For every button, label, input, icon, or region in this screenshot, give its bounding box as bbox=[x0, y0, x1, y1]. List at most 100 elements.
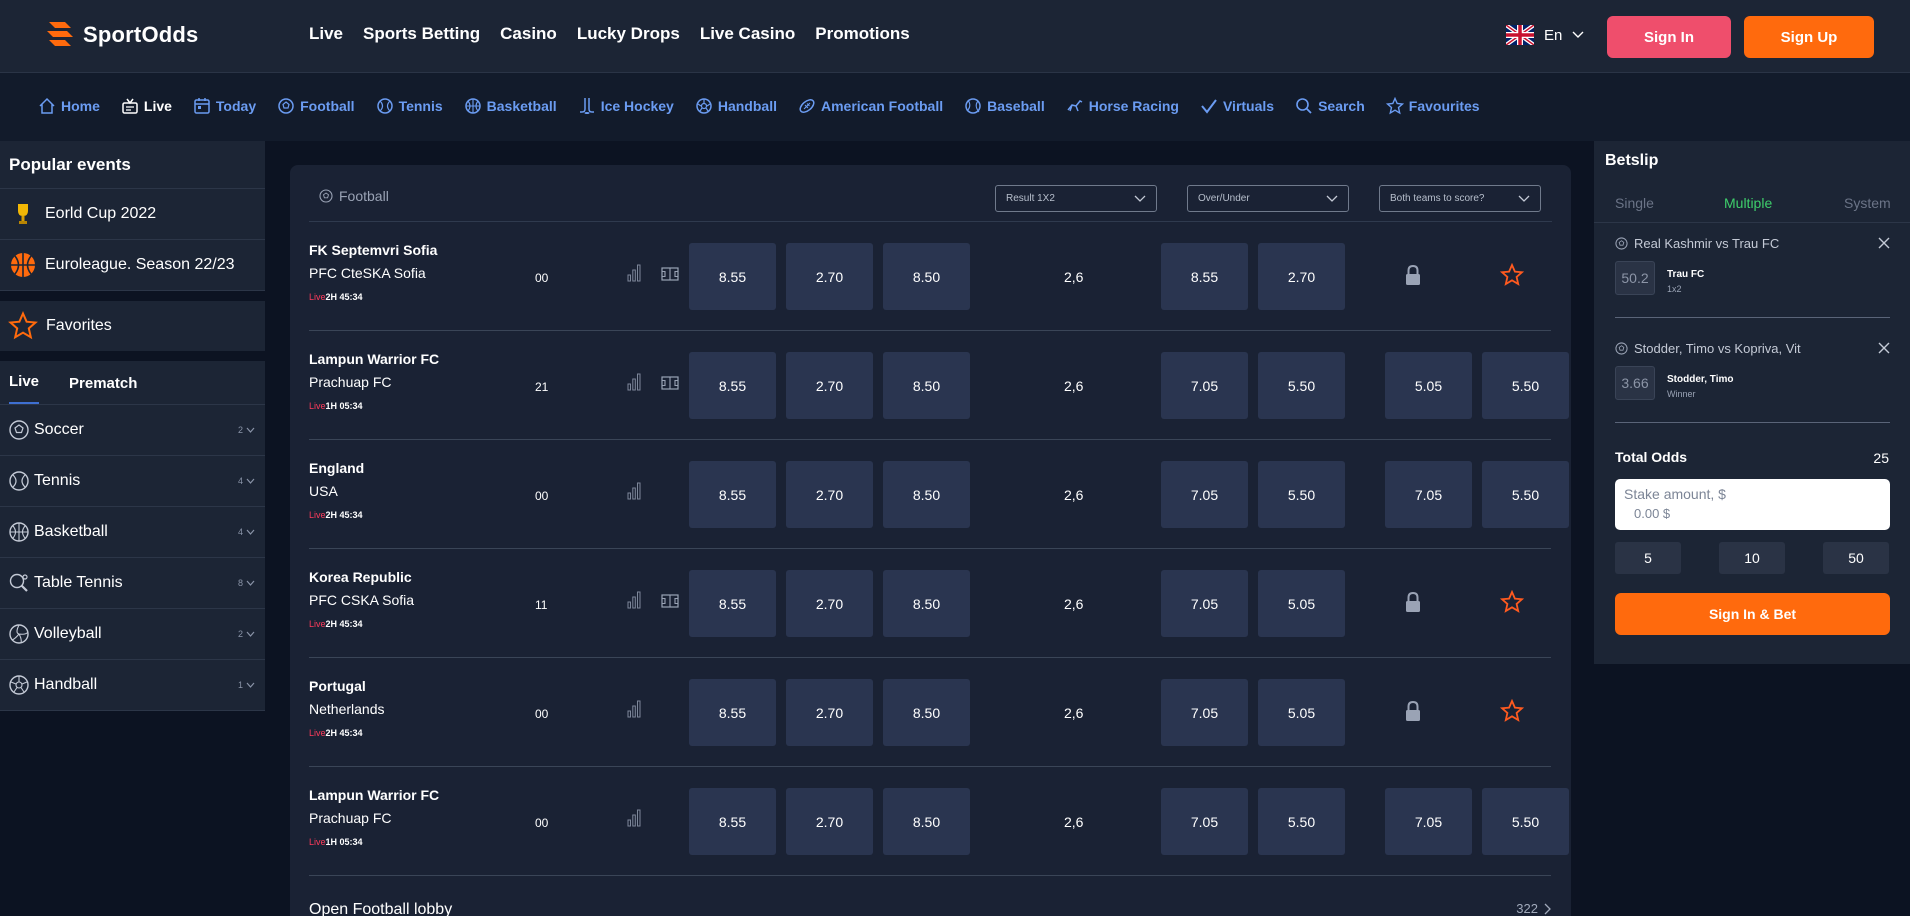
odd-button-over-under[interactable]: 7.05 bbox=[1161, 352, 1248, 419]
odd-button-over-under[interactable]: 7.05 bbox=[1161, 570, 1248, 637]
odd-button-1x2[interactable]: 8.50 bbox=[883, 679, 970, 746]
odd-button-1x2[interactable]: 8.55 bbox=[689, 788, 776, 855]
sports-nav-basketball[interactable]: Basketball bbox=[464, 97, 557, 115]
odd-button-over-under[interactable]: 2.70 bbox=[1258, 243, 1345, 310]
tab-prematch[interactable]: Prematch bbox=[69, 375, 137, 404]
popular-event-item[interactable]: Euroleague. Season 22/23 bbox=[0, 240, 265, 291]
popular-event-item[interactable]: Eorld Cup 2022 bbox=[0, 189, 265, 240]
nav-promotions[interactable]: Promotions bbox=[815, 24, 909, 44]
nav-lucky-drops[interactable]: Lucky Drops bbox=[577, 24, 680, 44]
odd-button-1x2[interactable]: 2.70 bbox=[786, 788, 873, 855]
odd-button-1x2[interactable]: 8.50 bbox=[883, 352, 970, 419]
odd-button-over-under[interactable]: 5.50 bbox=[1258, 788, 1345, 855]
match-row[interactable]: Lampun Warrior FC Prachuap FC Live1H 05:34… bbox=[309, 331, 1569, 440]
nav-sports-betting[interactable]: Sports Betting bbox=[363, 24, 480, 44]
odd-button-1x2[interactable]: 2.70 bbox=[786, 570, 873, 637]
odd-button-over-under[interactable]: 5.05 bbox=[1258, 570, 1345, 637]
odd-button-btts[interactable]: 5.05 bbox=[1385, 352, 1472, 419]
stake-input[interactable]: Stake amount, $ 0.00 $ bbox=[1615, 479, 1890, 530]
sports-nav-american-football[interactable]: American Football bbox=[798, 97, 943, 115]
live-field-icon[interactable] bbox=[661, 594, 679, 608]
betslip-tab-system[interactable]: System bbox=[1844, 195, 1891, 211]
sport-item-table-tennis[interactable]: Table Tennis 8 bbox=[0, 558, 265, 609]
sports-nav-virtuals[interactable]: Virtuals bbox=[1200, 97, 1274, 115]
sports-nav-handball[interactable]: Handball bbox=[695, 97, 777, 115]
odd-button-1x2[interactable]: 8.50 bbox=[883, 461, 970, 528]
sports-nav-football[interactable]: Football bbox=[277, 97, 355, 115]
close-icon[interactable] bbox=[1878, 237, 1890, 249]
statistics-icon[interactable] bbox=[627, 482, 641, 500]
language-selector[interactable]: En bbox=[1506, 25, 1584, 45]
odd-button-1x2[interactable]: 8.55 bbox=[689, 461, 776, 528]
betslip-tab-multiple[interactable]: Multiple bbox=[1724, 195, 1772, 211]
odd-button-btts[interactable]: 5.50 bbox=[1482, 788, 1569, 855]
match-row[interactable]: England USA Live2H 45:34 00 8.55 2.70 8.50 2,6 7… bbox=[309, 440, 1569, 549]
odd-button-1x2[interactable]: 8.55 bbox=[689, 243, 776, 310]
quick-stake-50-button[interactable]: 50 bbox=[1823, 542, 1889, 574]
favorite-star-icon[interactable] bbox=[1500, 699, 1524, 723]
nav-live[interactable]: Live bbox=[309, 24, 343, 44]
match-row[interactable]: Korea Republic PFC CSKA Sofia Live2H 45:34… bbox=[309, 549, 1551, 658]
statistics-icon[interactable] bbox=[627, 591, 641, 609]
odd-button-btts[interactable]: 5.50 bbox=[1482, 461, 1569, 528]
statistics-icon[interactable] bbox=[627, 809, 641, 827]
favorite-star-icon[interactable] bbox=[1500, 263, 1524, 287]
odd-button-1x2[interactable]: 8.50 bbox=[883, 788, 970, 855]
sports-nav-live[interactable]: Live bbox=[121, 97, 172, 115]
close-icon[interactable] bbox=[1878, 342, 1890, 354]
sport-item-handball[interactable]: Handball 1 bbox=[0, 660, 265, 711]
nav-live-casino[interactable]: Live Casino bbox=[700, 24, 795, 44]
statistics-icon[interactable] bbox=[627, 373, 641, 391]
brand-logo[interactable]: SportOdds bbox=[45, 18, 198, 52]
statistics-icon[interactable] bbox=[627, 264, 641, 282]
odd-button-1x2[interactable]: 2.70 bbox=[786, 461, 873, 528]
open-lobby-link[interactable]: Open Football lobby 322 bbox=[309, 901, 1551, 916]
favorites-item[interactable]: Favorites bbox=[0, 301, 265, 351]
favorite-star-icon[interactable] bbox=[1500, 590, 1524, 614]
tab-live[interactable]: Live bbox=[9, 373, 40, 404]
odd-button-over-under[interactable]: 7.05 bbox=[1161, 788, 1248, 855]
sports-nav-home[interactable]: Home bbox=[38, 97, 100, 115]
odd-button-1x2[interactable]: 2.70 bbox=[786, 352, 873, 419]
sports-nav-ice-hockey[interactable]: Ice Hockey bbox=[578, 97, 674, 115]
odd-button-1x2[interactable]: 8.50 bbox=[883, 243, 970, 310]
market-select-over-under[interactable]: Over/Under bbox=[1187, 185, 1349, 212]
betslip-tab-single[interactable]: Single bbox=[1615, 195, 1654, 211]
live-field-icon[interactable] bbox=[661, 267, 679, 281]
live-field-icon[interactable] bbox=[661, 376, 679, 390]
odd-button-1x2[interactable]: 8.55 bbox=[689, 352, 776, 419]
sign-up-button[interactable]: Sign Up bbox=[1744, 16, 1874, 58]
sport-item-volleyball[interactable]: Volleyball 2 bbox=[0, 609, 265, 660]
odd-button-over-under[interactable]: 5.05 bbox=[1258, 679, 1345, 746]
sport-item-basketball[interactable]: Basketball 4 bbox=[0, 507, 265, 558]
sports-nav-horse-racing[interactable]: Horse Racing bbox=[1066, 97, 1179, 115]
sign-in-and-bet-button[interactable]: Sign In & Bet bbox=[1615, 593, 1890, 635]
odd-button-over-under[interactable]: 5.50 bbox=[1258, 461, 1345, 528]
nav-casino[interactable]: Casino bbox=[500, 24, 557, 44]
market-select-btts[interactable]: Both teams to score? bbox=[1379, 185, 1541, 212]
sport-item-soccer[interactable]: Soccer 2 bbox=[0, 405, 265, 456]
odd-button-btts[interactable]: 5.50 bbox=[1482, 352, 1569, 419]
market-select-result[interactable]: Result 1X2 bbox=[995, 185, 1157, 212]
odd-button-btts[interactable]: 7.05 bbox=[1385, 788, 1472, 855]
quick-stake-5-button[interactable]: 5 bbox=[1615, 542, 1681, 574]
odd-button-over-under[interactable]: 8.55 bbox=[1161, 243, 1248, 310]
odd-button-1x2[interactable]: 8.55 bbox=[689, 570, 776, 637]
quick-stake-10-button[interactable]: 10 bbox=[1719, 542, 1785, 574]
sports-nav-today[interactable]: Today bbox=[193, 97, 256, 115]
odd-button-1x2[interactable]: 8.50 bbox=[883, 570, 970, 637]
odd-button-over-under[interactable]: 7.05 bbox=[1161, 461, 1248, 528]
odd-button-1x2[interactable]: 2.70 bbox=[786, 243, 873, 310]
sports-nav-tennis[interactable]: Tennis bbox=[376, 97, 443, 115]
odd-button-1x2[interactable]: 8.55 bbox=[689, 679, 776, 746]
match-row[interactable]: Lampun Warrior FC Prachuap FC Live1H 05:34… bbox=[309, 767, 1569, 876]
odd-button-over-under[interactable]: 5.50 bbox=[1258, 352, 1345, 419]
match-row[interactable]: Portugal Netherlands Live2H 45:34 00 8.55 2.7… bbox=[309, 658, 1551, 767]
sports-nav-favourites[interactable]: Favourites bbox=[1385, 97, 1480, 115]
match-row[interactable]: FK Septemvri Sofia PFC CteSKA Sofia Live2H… bbox=[309, 222, 1551, 331]
odd-button-btts[interactable]: 7.05 bbox=[1385, 461, 1472, 528]
statistics-icon[interactable] bbox=[627, 700, 641, 718]
sport-item-tennis[interactable]: Tennis 4 bbox=[0, 456, 265, 507]
odd-button-1x2[interactable]: 2.70 bbox=[786, 679, 873, 746]
odd-button-over-under[interactable]: 7.05 bbox=[1161, 679, 1248, 746]
